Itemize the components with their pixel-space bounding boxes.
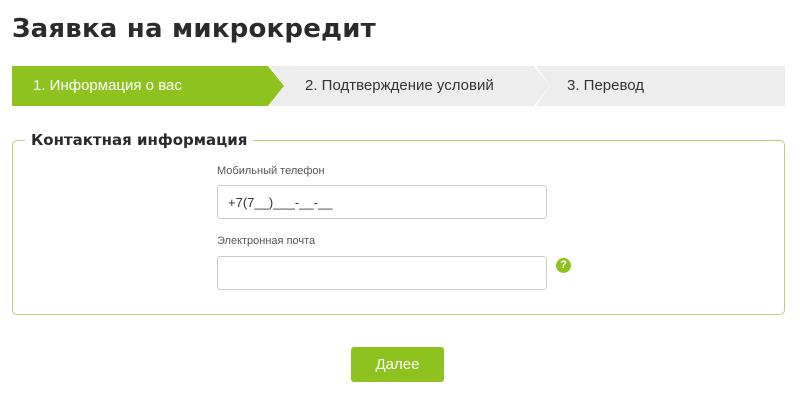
email-input[interactable] — [217, 256, 547, 290]
step-2: 2. Подтверждение условий — [305, 77, 494, 94]
next-button[interactable]: Далее — [351, 347, 444, 382]
contact-info-legend: Контактная информация — [25, 129, 254, 151]
phone-input[interactable] — [217, 185, 547, 219]
progress-stepper: 1. Информация о вас 2. Подтверждение усл… — [12, 66, 785, 106]
email-label: Электронная почта — [217, 235, 316, 247]
contact-info-fieldset: Контактная информация Мобильный телефон … — [12, 129, 785, 315]
phone-label: Мобильный телефон — [217, 165, 325, 177]
question-mark-icon[interactable]: ? — [556, 258, 571, 273]
page: Заявка на микрокредит 1. Информация о ва… — [0, 0, 800, 403]
step-1-active: 1. Информация о вас — [33, 77, 182, 94]
step-3: 3. Перевод — [567, 77, 645, 94]
page-title: Заявка на микрокредит — [12, 14, 376, 44]
